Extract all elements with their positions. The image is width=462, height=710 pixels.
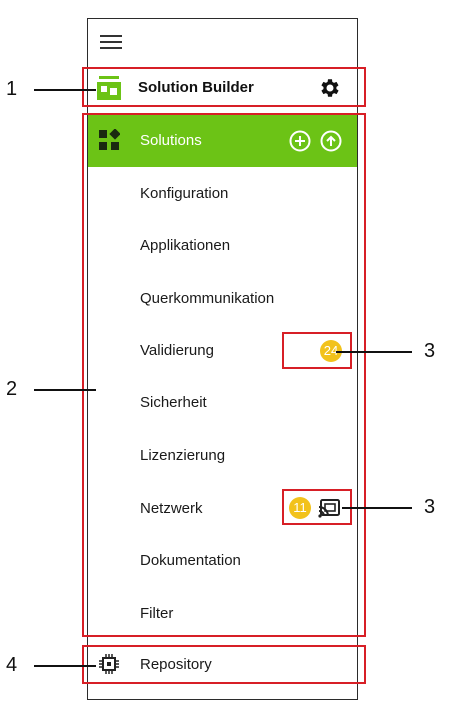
- hamburger-menu-icon[interactable]: [100, 34, 122, 50]
- callout-number-3a: 3: [424, 340, 436, 362]
- callout-number-2: 2: [6, 378, 18, 400]
- callout-leader-4: [34, 665, 96, 667]
- callout-leader-3b: [342, 507, 412, 509]
- callout-leader-3a: [336, 351, 412, 353]
- callout-number-3b: 3: [424, 496, 436, 518]
- callout-box-repository: [82, 645, 366, 684]
- callout-box-navigation: [82, 113, 366, 637]
- callout-leader-2: [34, 389, 96, 391]
- callout-number-4: 4: [6, 654, 18, 676]
- callout-box-header: [82, 67, 366, 107]
- callout-number-1: 1: [6, 78, 18, 100]
- callout-leader-1: [34, 89, 96, 91]
